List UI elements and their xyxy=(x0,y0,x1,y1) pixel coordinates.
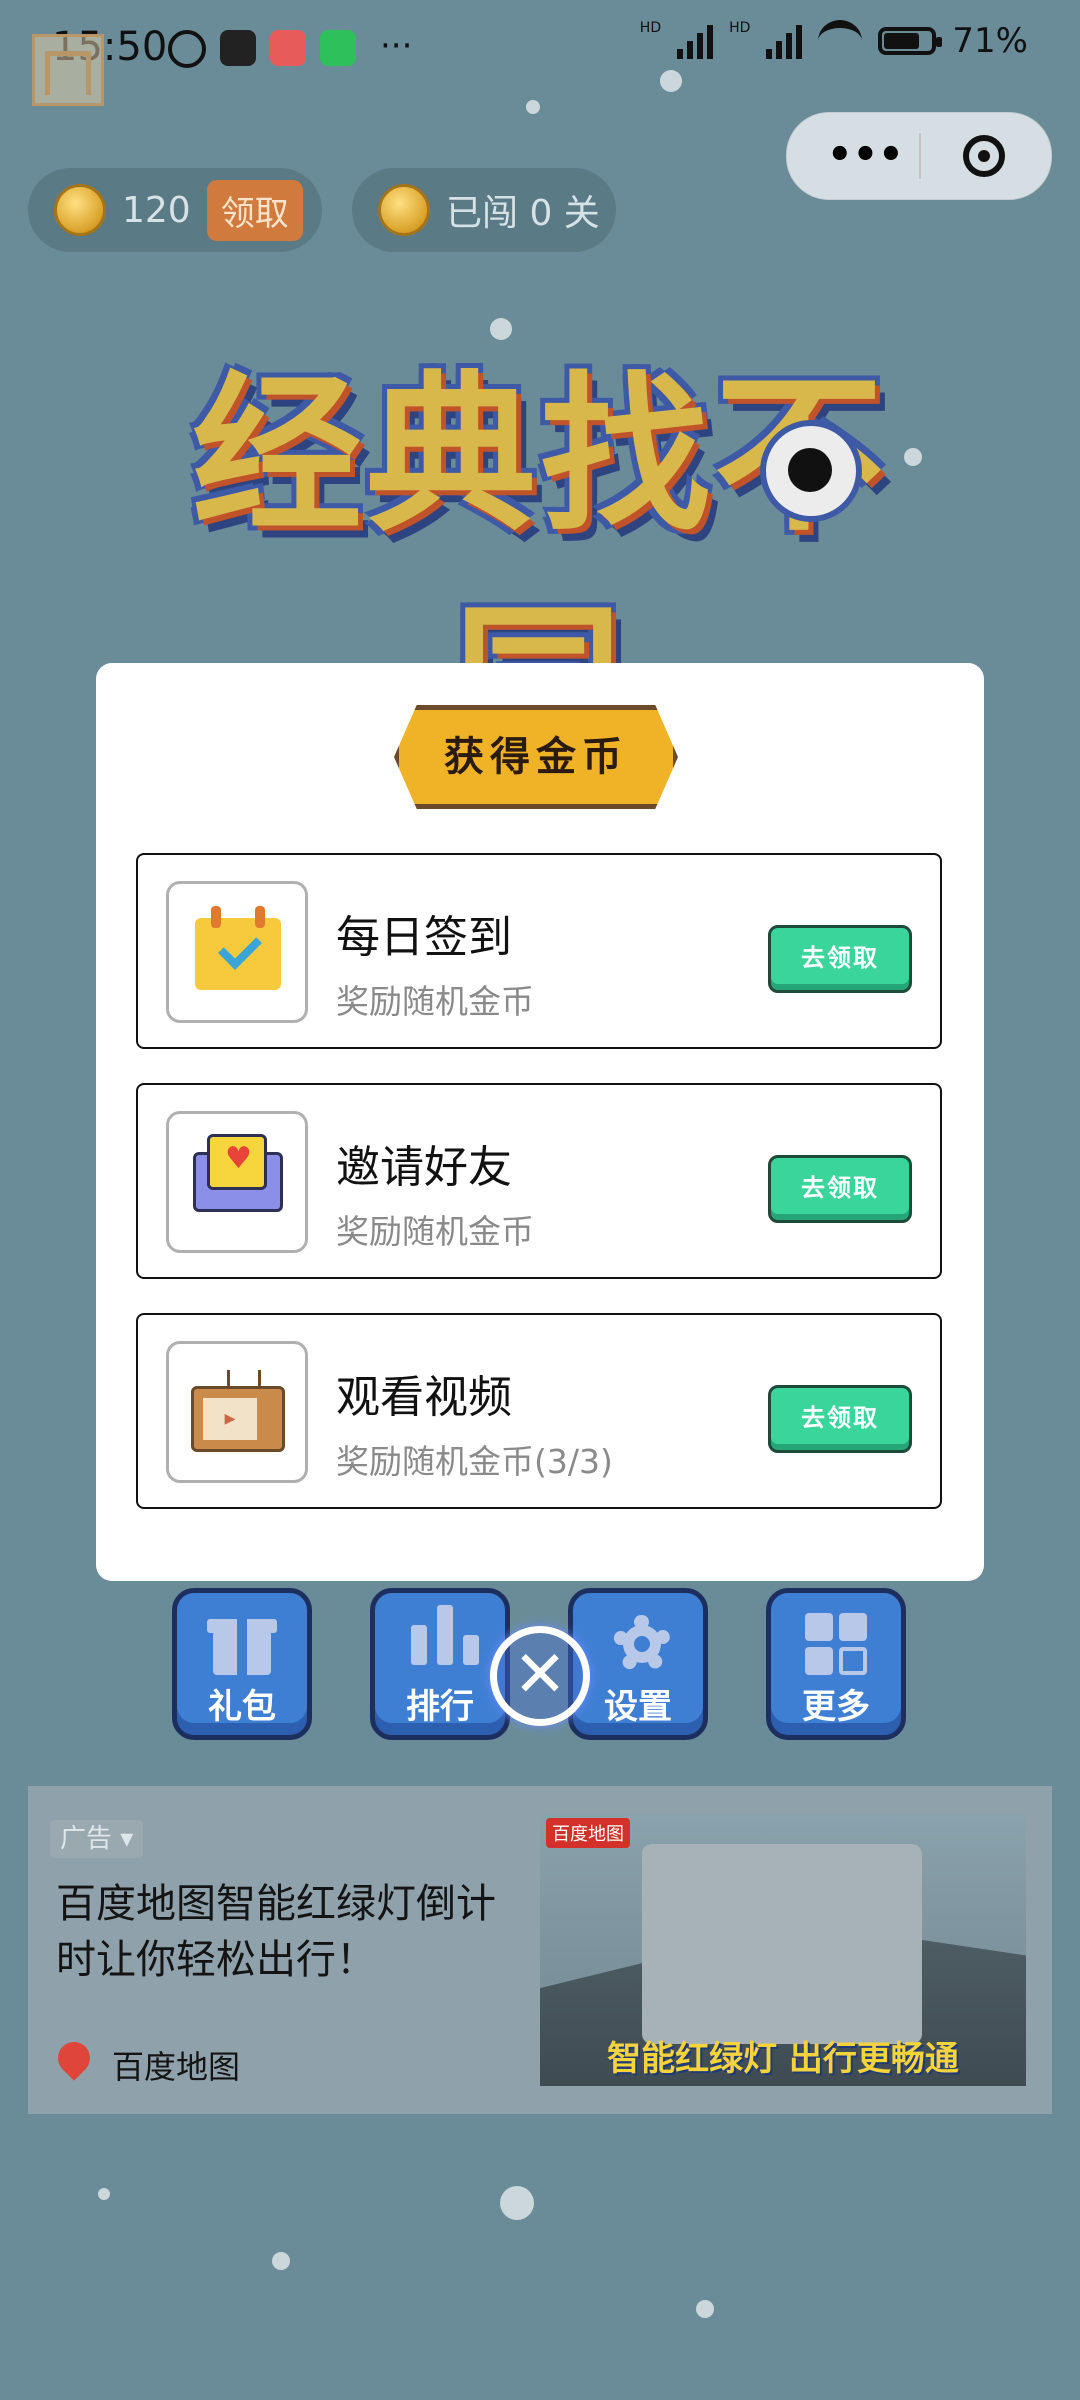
claim-invite-friends-button[interactable]: 去领取 xyxy=(768,1155,912,1223)
heart-icon: ♥ xyxy=(225,1141,252,1176)
snow-dot xyxy=(490,318,512,340)
hd-badge: HD xyxy=(729,20,751,36)
dialog-title: 获得金币 xyxy=(444,733,628,780)
row-title: 邀请好友 xyxy=(336,1142,512,1193)
app-notification-icon xyxy=(220,30,256,66)
battery-icon xyxy=(878,27,943,55)
dialog-banner: 获得金币 xyxy=(394,705,678,809)
ad-image[interactable]: 百度地图 智能红绿灯 出行更畅通 xyxy=(540,1814,1026,2086)
gear-icon xyxy=(573,1605,703,1675)
grid-icon xyxy=(771,1605,901,1675)
calendar-icon xyxy=(195,906,281,990)
reward-row-daily-checkin: 每日签到 奖励随机金币 去领取 xyxy=(136,853,942,1049)
levels-passed: 已闯 0 关 xyxy=(446,193,600,234)
reward-row-watch-video: ▶ 观看视频 奖励随机金币(3/3) 去领取 xyxy=(136,1313,942,1509)
close-icon[interactable]: ✕ xyxy=(490,1626,590,1726)
row-icon-frame: ♥ xyxy=(166,1111,308,1253)
claim-daily-checkin-button[interactable]: 去领取 xyxy=(768,925,912,993)
map-pin-icon xyxy=(51,2035,97,2081)
menu-settings-button[interactable]: 设置 xyxy=(568,1588,708,1740)
snow-dot xyxy=(526,100,540,114)
menu-label: 礼包 xyxy=(208,1687,276,1727)
snow-dot xyxy=(98,2188,110,2200)
status-bar: 15:50 ··· HD HD 71% xyxy=(0,0,1080,100)
target-icon[interactable] xyxy=(963,135,1005,177)
ad-source: 百度地图 xyxy=(112,2048,241,2086)
menu-label: 排行 xyxy=(406,1687,474,1727)
wifi-icon xyxy=(818,20,863,62)
ad-title[interactable]: 百度地图智能红绿灯倒计时让你轻松出行！ xyxy=(56,1876,526,1988)
row-title: 观看视频 xyxy=(336,1372,512,1423)
wechat-icon xyxy=(320,30,356,66)
menu-label: 更多 xyxy=(802,1687,870,1727)
ad-image-logo: 百度地图 xyxy=(546,1818,630,1848)
medal-icon xyxy=(378,184,430,236)
menu-more-button[interactable]: 更多 xyxy=(766,1588,906,1740)
overflow-indicator: ··· xyxy=(380,26,413,66)
ad-image-text: 智能红绿灯 出行更畅通 xyxy=(607,2039,959,2079)
levels-pill: 已闯 0 关 xyxy=(352,168,616,252)
row-title: 每日签到 xyxy=(336,912,512,963)
app-notification-icon xyxy=(270,30,306,66)
coins-count: 120 xyxy=(122,189,191,231)
tv-screen: ▶ xyxy=(203,1398,257,1440)
row-subtitle: 奖励随机金币(3/3) xyxy=(336,1442,613,1481)
gift-icon xyxy=(177,1605,307,1675)
coins-pill: 120 领取 xyxy=(28,168,322,252)
ad-tag[interactable]: 广告 ▾ xyxy=(50,1820,144,1858)
snow-dot xyxy=(500,2186,534,2220)
battery-percent: 71% xyxy=(952,21,1028,61)
menu-label: 设置 xyxy=(604,1687,672,1727)
eye-icon xyxy=(760,420,862,522)
row-subtitle: 奖励随机金币 xyxy=(336,1212,534,1251)
get-coins-dialog: 获得金币 每日签到 奖励随机金币 去领取 ♥ 邀请好友 奖励随机金币 去领取 ▶… xyxy=(96,663,984,1581)
capsule-divider xyxy=(919,133,921,179)
snow-dot xyxy=(272,2252,290,2270)
signal-icon xyxy=(766,23,803,59)
claim-coins-button[interactable]: 领取 xyxy=(206,179,303,241)
signal-icon xyxy=(677,23,714,59)
row-icon-frame: ▶ xyxy=(166,1341,308,1483)
menu-gift-button[interactable]: 礼包 xyxy=(172,1588,312,1740)
row-subtitle: 奖励随机金币 xyxy=(336,982,534,1021)
snow-dot xyxy=(696,2300,714,2318)
alarm-icon xyxy=(168,30,206,68)
home-icon[interactable] xyxy=(32,34,104,106)
coin-stack-icon xyxy=(54,184,106,236)
reward-row-invite-friends: ♥ 邀请好友 奖励随机金币 去领取 xyxy=(136,1083,942,1279)
ad-banner[interactable]: 广告 ▾ 百度地图智能红绿灯倒计时让你轻松出行！ 百度地图 百度地图 智能红绿灯… xyxy=(28,1786,1052,2114)
claim-watch-video-button[interactable]: 去领取 xyxy=(768,1385,912,1453)
menu-ranking-button[interactable]: 排行 xyxy=(370,1588,510,1740)
ranking-icon xyxy=(375,1605,505,1675)
phone-mockup xyxy=(642,1844,922,2044)
more-icon[interactable]: ••• xyxy=(827,135,904,175)
row-icon-frame xyxy=(166,881,308,1023)
capsule-menu: ••• xyxy=(786,112,1052,200)
hd-badge: HD xyxy=(639,20,662,36)
